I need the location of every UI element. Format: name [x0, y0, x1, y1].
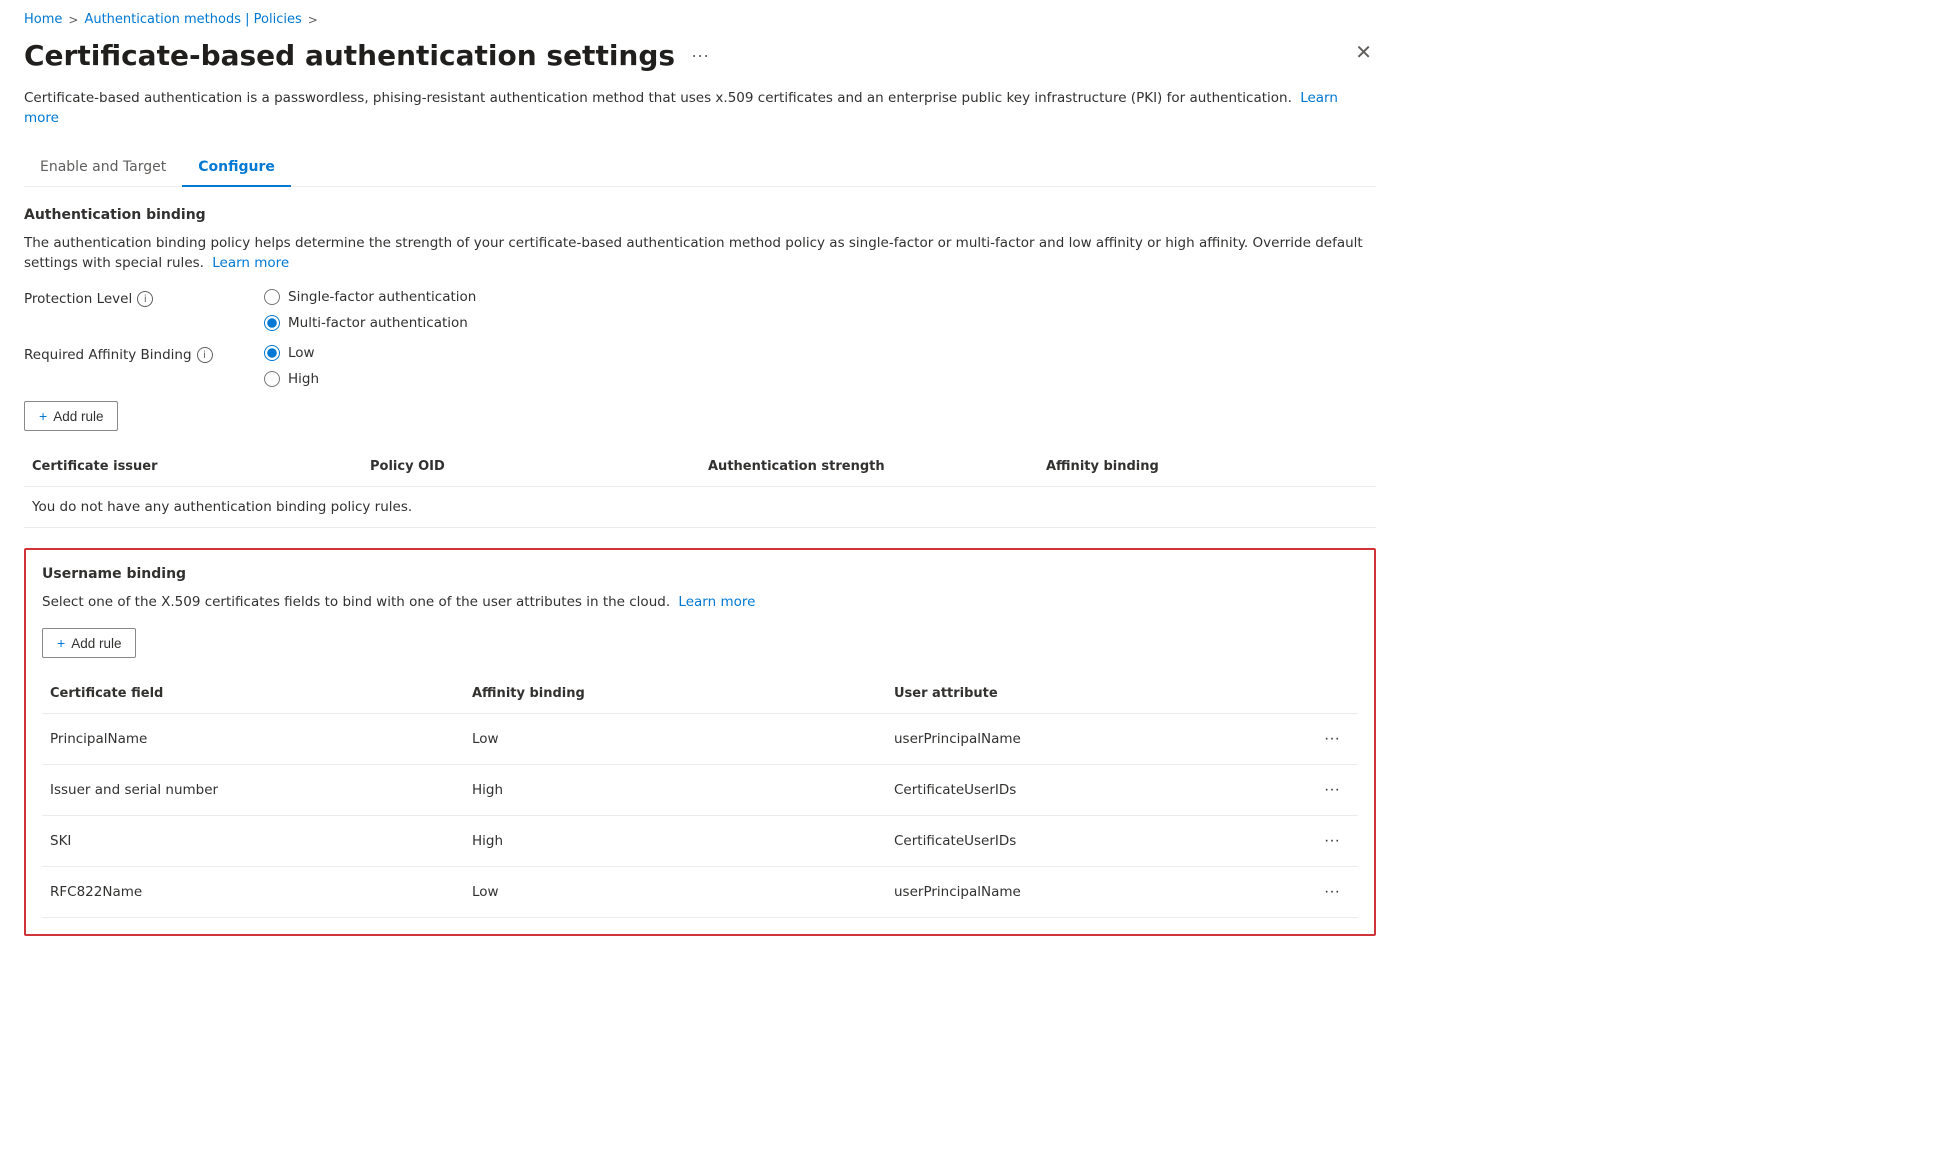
col-user-attr: User attribute: [886, 682, 1308, 705]
cell-affinity-1: High: [464, 778, 886, 802]
more-icon-1: ···: [1324, 781, 1340, 799]
auth-binding-empty-message: You do not have any authentication bindi…: [24, 487, 1376, 528]
breadcrumb: Home > Authentication methods | Policies…: [24, 12, 1376, 27]
col-cert-field: Certificate field: [42, 682, 464, 705]
auth-binding-title: Authentication binding: [24, 207, 1376, 223]
protection-level-info-icon[interactable]: i: [137, 291, 153, 307]
cell-cert-field-3: RFC822Name: [42, 880, 464, 904]
breadcrumb-home[interactable]: Home: [24, 12, 62, 27]
add-rule-plus-icon: +: [39, 408, 47, 424]
col-cert-issuer: Certificate issuer: [24, 455, 362, 478]
cell-affinity-2: High: [464, 829, 886, 853]
breadcrumb-sep2: >: [308, 13, 318, 27]
username-binding-section: Username binding Select one of the X.509…: [24, 548, 1376, 936]
username-binding-add-rule-button[interactable]: + Add rule: [42, 628, 136, 658]
close-icon: ✕: [1355, 42, 1372, 64]
row-more-button-0[interactable]: ···: [1316, 728, 1348, 750]
close-button[interactable]: ✕: [1351, 39, 1376, 67]
tabs-container: Enable and Target Configure: [24, 149, 1376, 187]
high-affinity-option[interactable]: High: [264, 371, 319, 387]
more-icon-2: ···: [1324, 832, 1340, 850]
auth-binding-add-rule-label: Add rule: [53, 409, 103, 424]
cell-cert-field-0: PrincipalName: [42, 727, 464, 751]
protection-level-options: Single-factor authentication Multi-facto…: [264, 289, 476, 331]
page-header: Certificate-based authentication setting…: [24, 39, 1376, 72]
auth-binding-table: Certificate issuer Policy OID Authentica…: [24, 447, 1376, 528]
single-factor-option[interactable]: Single-factor authentication: [264, 289, 476, 305]
high-affinity-radio[interactable]: [264, 371, 280, 387]
col-policy-oid: Policy OID: [362, 455, 700, 478]
affinity-binding-row: Required Affinity Binding i Low High: [24, 345, 1376, 387]
table-row: Issuer and serial number High Certificat…: [42, 765, 1358, 816]
row-more-button-2[interactable]: ···: [1316, 830, 1348, 852]
col-actions: [1308, 682, 1358, 705]
protection-level-row: Protection Level i Single-factor authent…: [24, 289, 1376, 331]
low-affinity-option[interactable]: Low: [264, 345, 319, 361]
auth-binding-table-header: Certificate issuer Policy OID Authentica…: [24, 447, 1376, 487]
username-binding-add-rule-label: Add rule: [71, 636, 121, 651]
username-binding-title: Username binding: [42, 566, 1358, 582]
table-row: SKI High CertificateUserIDs ···: [42, 816, 1358, 867]
row-more-button-3[interactable]: ···: [1316, 881, 1348, 903]
tab-enable-target[interactable]: Enable and Target: [24, 149, 182, 187]
affinity-binding-label: Required Affinity Binding i: [24, 345, 224, 363]
username-binding-table: Certificate field Affinity binding User …: [42, 674, 1358, 918]
cell-affinity-0: Low: [464, 727, 886, 751]
cell-actions-3: ···: [1308, 877, 1358, 907]
page-title: Certificate-based authentication setting…: [24, 39, 675, 72]
username-binding-learn-more[interactable]: Learn more: [678, 594, 755, 610]
col-affinity-binding: Affinity binding: [1038, 455, 1376, 478]
breadcrumb-auth-methods[interactable]: Authentication methods | Policies: [84, 12, 301, 27]
tab-configure[interactable]: Configure: [182, 149, 291, 187]
multi-factor-radio[interactable]: [264, 315, 280, 331]
affinity-binding-options: Low High: [264, 345, 319, 387]
single-factor-radio[interactable]: [264, 289, 280, 305]
col-auth-strength: Authentication strength: [700, 455, 1038, 478]
cell-cert-field-1: Issuer and serial number: [42, 778, 464, 802]
more-icon-3: ···: [1324, 883, 1340, 901]
table-row: PrincipalName Low userPrincipalName ···: [42, 714, 1358, 765]
username-add-rule-plus-icon: +: [57, 635, 65, 651]
cell-user-attr-1: CertificateUserIDs: [886, 778, 1308, 802]
cell-affinity-3: Low: [464, 880, 886, 904]
low-affinity-radio[interactable]: [264, 345, 280, 361]
username-binding-description: Select one of the X.509 certificates fie…: [42, 592, 1358, 612]
protection-level-label: Protection Level i: [24, 289, 224, 307]
username-binding-table-header: Certificate field Affinity binding User …: [42, 674, 1358, 714]
cell-cert-field-2: SKI: [42, 829, 464, 853]
row-more-button-1[interactable]: ···: [1316, 779, 1348, 801]
cell-user-attr-3: userPrincipalName: [886, 880, 1308, 904]
col-affinity: Affinity binding: [464, 682, 886, 705]
auth-binding-description: The authentication binding policy helps …: [24, 233, 1376, 274]
ellipsis-button[interactable]: ···: [685, 43, 715, 68]
auth-binding-add-rule-button[interactable]: + Add rule: [24, 401, 118, 431]
table-row: RFC822Name Low userPrincipalName ···: [42, 867, 1358, 918]
cell-actions-2: ···: [1308, 826, 1358, 856]
auth-binding-section: Authentication binding The authenticatio…: [24, 207, 1376, 529]
cell-user-attr-0: userPrincipalName: [886, 727, 1308, 751]
cell-user-attr-2: CertificateUserIDs: [886, 829, 1308, 853]
breadcrumb-sep1: >: [68, 13, 78, 27]
more-icon-0: ···: [1324, 730, 1340, 748]
cell-actions-0: ···: [1308, 724, 1358, 754]
page-description: Certificate-based authentication is a pa…: [24, 88, 1376, 129]
auth-binding-learn-more[interactable]: Learn more: [212, 255, 289, 271]
cell-actions-1: ···: [1308, 775, 1358, 805]
multi-factor-option[interactable]: Multi-factor authentication: [264, 315, 476, 331]
affinity-binding-info-icon[interactable]: i: [197, 347, 213, 363]
